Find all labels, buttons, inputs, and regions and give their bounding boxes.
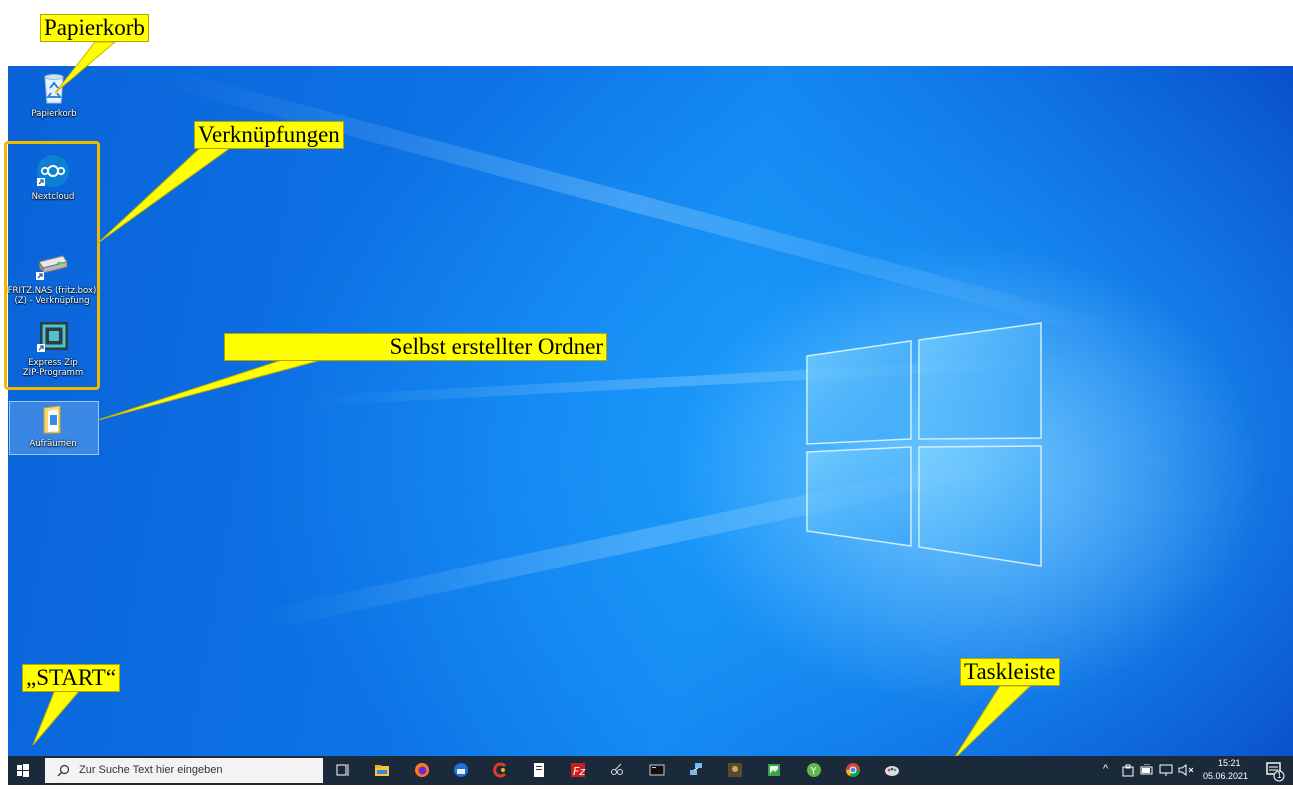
paint-icon[interactable] xyxy=(884,762,900,778)
callout-taskleiste: Taskleiste xyxy=(960,658,1060,686)
start-button[interactable] xyxy=(8,756,38,785)
express-zip-icon xyxy=(36,320,70,354)
file-explorer-icon[interactable] xyxy=(374,762,390,778)
windows-start-icon xyxy=(17,764,29,777)
nextcloud-shortcut[interactable]: Nextcloud xyxy=(9,154,97,202)
firefox-icon[interactable] xyxy=(414,762,430,778)
thunderbird-icon[interactable] xyxy=(453,762,469,778)
terminal-icon[interactable] xyxy=(649,762,665,778)
clock-date[interactable]: 05.06.2021 xyxy=(1203,771,1248,781)
desktop-wallpaper xyxy=(8,66,1293,756)
ccleaner-icon[interactable] xyxy=(492,762,508,778)
network-drive-icon xyxy=(35,248,69,282)
network-icon[interactable] xyxy=(688,762,704,778)
recycle-bin-icon xyxy=(37,71,71,105)
windows-logo xyxy=(806,322,1042,567)
nextcloud-label: Nextcloud xyxy=(31,192,75,202)
callout-verknuepfungen: Verknüpfungen xyxy=(194,121,344,149)
express-zip-shortcut[interactable]: Express Zip ZIP-Programm xyxy=(9,320,97,378)
filezilla-icon[interactable]: Fz xyxy=(570,762,586,778)
aufraeumen-folder[interactable]: Aufräumen xyxy=(9,405,97,449)
image-editor-icon[interactable] xyxy=(766,762,782,778)
battery-icon[interactable] xyxy=(1140,764,1154,776)
callout-start: „START“ xyxy=(22,664,121,692)
light-beam xyxy=(153,66,1124,343)
recycle-bin-label: Papierkorb xyxy=(31,109,77,119)
app-y-icon[interactable]: Y xyxy=(806,762,822,778)
search-placeholder: Zur Suche Text hier eingeben xyxy=(79,764,223,776)
notepad-icon[interactable] xyxy=(531,762,547,778)
tray-app-icon[interactable] xyxy=(1122,764,1134,777)
tray-overflow-chevron[interactable]: ^ xyxy=(1103,763,1108,775)
folder-icon xyxy=(38,405,68,435)
taskbar-search-box[interactable]: Zur Suche Text hier eingeben xyxy=(45,758,323,783)
fritz-nas-shortcut[interactable]: FRITZ.NAS (fritz.box) (Z) - Verknüpfung xyxy=(2,248,102,306)
chrome-icon[interactable] xyxy=(845,762,861,778)
express-zip-label-line2: ZIP-Programm xyxy=(22,368,84,378)
task-view-icon[interactable] xyxy=(335,762,351,778)
express-zip-label-line1: Express Zip xyxy=(28,358,78,368)
callout-papierkorb: Papierkorb xyxy=(40,14,149,42)
action-center-button[interactable]: 1 xyxy=(1264,760,1286,782)
taskbar: Zur Suche Text hier eingeben Fz Y ^ 15:2… xyxy=(8,756,1293,785)
callout-selbst-erstellter-ordner: Selbst erstellter Ordner xyxy=(224,333,607,361)
network-status-icon[interactable] xyxy=(1159,764,1173,776)
volume-muted-icon[interactable] xyxy=(1178,764,1194,776)
snipping-icon[interactable] xyxy=(609,762,625,778)
notification-icon xyxy=(1266,762,1285,782)
clock-time[interactable]: 15:21 xyxy=(1218,758,1241,768)
svg-text:Y: Y xyxy=(810,766,818,777)
svg-text:Fz: Fz xyxy=(573,765,585,778)
fritz-nas-label-line2: (Z) - Verknüpfung xyxy=(14,296,90,306)
nextcloud-icon xyxy=(36,154,70,188)
aufraeumen-label: Aufräumen xyxy=(29,439,77,449)
search-icon xyxy=(57,764,70,777)
notification-count: 1 xyxy=(1277,771,1282,780)
recycle-bin-desktop-icon[interactable]: Papierkorb xyxy=(10,71,98,119)
game-icon[interactable] xyxy=(727,762,743,778)
fritz-nas-label-line1: FRITZ.NAS (fritz.box) xyxy=(7,286,97,296)
